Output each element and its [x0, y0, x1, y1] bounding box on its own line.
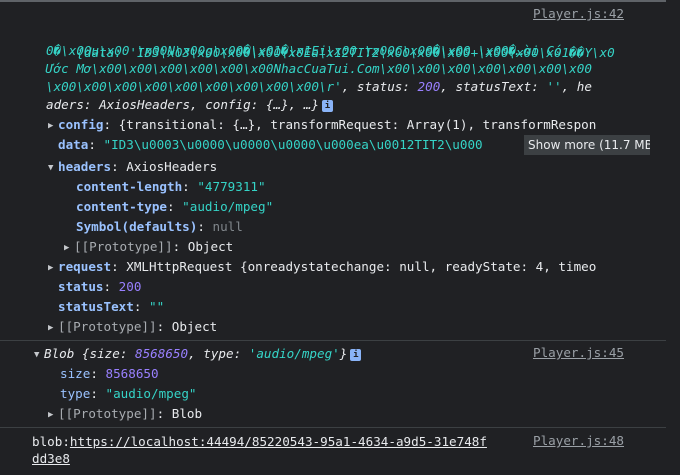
header-content-length: content-length: "4779311" [76, 179, 266, 194]
blob-summary[interactable]: ▼ Blob {size: 8568650, type: 'audio/mpeg'… [34, 344, 362, 366]
property-headers[interactable]: ▼ headers: AxiosHeaders [48, 157, 217, 179]
object-summary-line-2: 0�\x00u\x00 \x00N\x00g\x00�\x01�\x1Ei\x0… [46, 43, 562, 58]
property-statustext: statusText: "" [58, 299, 165, 314]
blob-prototype[interactable]: ▶ [[Prototype]]: Blob [48, 404, 202, 426]
property-data[interactable]: data: "ID3\u0003\u0000\u0000\u0000\u000e… [48, 135, 524, 157]
scrollbar[interactable] [666, 0, 680, 475]
object-summary-line-3: Ước Mơ\x00\x00\x00\x00\x00\x00NhacCuaTui… [46, 61, 592, 76]
blob-url-link-continued[interactable]: dd3e8 [32, 451, 70, 466]
blob-url-line-2: dd3e8 [32, 449, 70, 469]
collapse-arrow-icon[interactable]: ▼ [34, 345, 44, 365]
source-link[interactable]: Player.js:45 [533, 345, 624, 360]
info-icon[interactable]: i [321, 100, 333, 112]
property-prototype[interactable]: ▶ [[Prototype]]: Object [48, 317, 217, 339]
console-message-axios-response: Player.js:42 {data: 'ID3\x03\x00\x00\x00… [0, 0, 666, 340]
show-more-button[interactable]: Show more (11.7 MB) [524, 135, 650, 155]
blob-url-link[interactable]: https://localhost:44494/85220543-95a1-46… [70, 434, 487, 449]
headers-prototype[interactable]: ▶ [[Prototype]]: Object [64, 237, 233, 259]
property-config[interactable]: ▶ config: {transitional: {…}, transformRe… [48, 115, 646, 137]
expand-arrow-icon[interactable]: ▶ [48, 258, 58, 278]
property-request[interactable]: ▶ request: XMLHttpRequest {onreadystatech… [48, 257, 646, 279]
source-link[interactable]: Player.js:48 [533, 433, 624, 448]
header-symbol-defaults: Symbol(defaults): null [76, 219, 243, 234]
console-message-blob: Player.js:45 ▼ Blob {size: 8568650, type:… [0, 341, 666, 426]
blob-type: type: "audio/mpeg" [60, 386, 197, 401]
property-status: status: 200 [58, 279, 142, 294]
info-icon[interactable]: i [350, 349, 362, 361]
console-message-blob-url: Player.js:48 blob:https://localhost:4449… [0, 428, 666, 475]
blob-size: size: 8568650 [60, 366, 159, 381]
source-link[interactable]: Player.js:42 [533, 6, 624, 21]
expand-arrow-icon[interactable]: ▶ [64, 238, 74, 258]
object-summary-line-5: aders: AxiosHeaders, config: {…}, …} i [46, 95, 333, 115]
expand-arrow-icon[interactable]: ▶ [48, 405, 58, 425]
blob-url-line-1: blob:https://localhost:44494/85220543-95… [32, 434, 487, 449]
collapse-arrow-icon[interactable]: ▼ [48, 158, 58, 178]
expand-arrow-icon[interactable]: ▶ [48, 116, 58, 136]
expand-arrow-icon[interactable]: ▶ [48, 318, 58, 338]
object-summary-line-4: \x00\x00\x00\x00\x00\x00\x00\x00\x00\r',… [46, 79, 592, 94]
header-content-type: content-type: "audio/mpeg" [76, 199, 274, 214]
